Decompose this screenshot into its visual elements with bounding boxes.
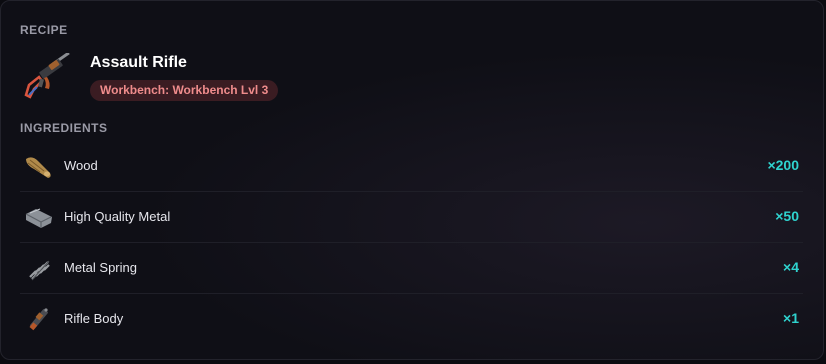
metal-spring-icon [22,253,54,283]
ingredient-row-metal-spring: Metal Spring ×4 [20,243,803,294]
ingredient-name: High Quality Metal [64,209,171,224]
ingredient-row-rifle-body: Rifle Body ×1 [20,294,803,344]
rifle-body-icon [22,304,54,334]
ingredient-quantity: ×1 [783,310,799,326]
ingredient-row-wood: Wood ×200 [20,141,803,192]
recipe-panel: RECIPE Assault Rifle Workbench: Workbenc… [0,0,824,360]
ingredient-name: Metal Spring [64,260,137,275]
ingredient-name: Rifle Body [64,311,124,326]
workbench-requirement-badge: Workbench: Workbench Lvl 3 [90,80,279,101]
ingredient-quantity: ×4 [783,259,799,275]
recipe-section-label: RECIPE [20,23,68,37]
ingredient-name: Wood [64,158,98,173]
ingredient-quantity: ×50 [775,208,799,224]
assault-rifle-icon [21,51,75,101]
wood-icon [22,151,54,181]
recipe-title: Assault Rifle [90,54,187,71]
high-quality-metal-icon [22,202,54,232]
ingredients-section-label: INGREDIENTS [20,121,108,135]
ingredient-list: Wood ×200 High Quality Metal ×50 Metal S… [20,141,803,344]
ingredient-row-high-quality-metal: High Quality Metal ×50 [20,192,803,243]
ingredient-quantity: ×200 [767,157,799,173]
